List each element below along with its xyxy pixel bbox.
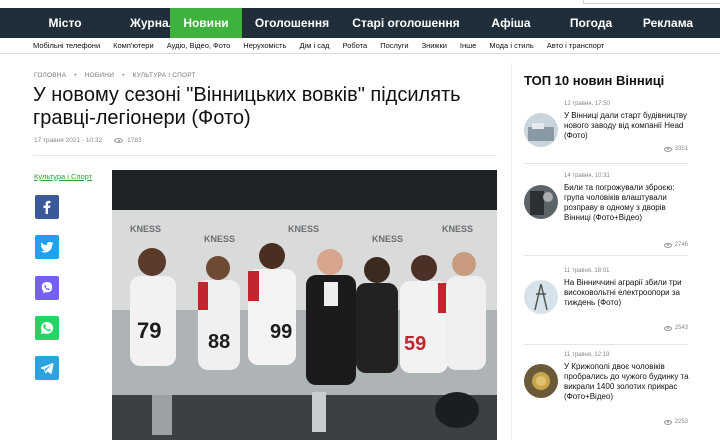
subnav-item-auto[interactable]: Авто і транспорт [547,38,605,53]
news-headline[interactable]: На Вінниччині аграрії збили три високово… [564,278,689,308]
news-headline[interactable]: Били та погрожували зброєю: група чолові… [564,183,689,223]
breadcrumb-separator: • [74,72,77,79]
eye-icon [663,146,672,152]
top-strip [0,0,720,8]
nav-item-zhurnal[interactable]: Журнал [130,8,176,38]
jersey-number: 99 [270,321,292,343]
news-views: 3351 [663,146,688,152]
main-nav: Місто Журнал Новини Оголошення Старі ого… [0,8,720,38]
divider [33,155,497,156]
column-divider [511,63,512,440]
eye-icon [663,325,672,331]
banner-text: KNESS [372,234,403,244]
nav-item-afisha[interactable]: Афіша [470,8,552,38]
news-views: 2746 [663,242,688,248]
eye-icon [663,419,672,425]
article-views: 1783 [127,137,142,144]
news-thumbnail[interactable] [524,185,558,219]
subnav-item-realty[interactable]: Нерухомість [243,38,286,53]
nav-item-ogoloshennya[interactable]: Оголошення [242,8,342,38]
team-photo-illustration: KNESS KNESS KNESS KNESS KNESS 79 88 99 5… [112,170,497,440]
eye-icon [663,242,672,248]
article-date: 17 травня 2021 - 10:32 [34,137,103,144]
article-title: У новому сезоні "Вінницьких вовків" підс… [33,84,461,129]
subnav-item-services[interactable]: Послуги [380,38,408,53]
news-item[interactable]: 11 травня, 12:19 У Крижополі двоє чолові… [524,352,689,440]
article-meta: 17 травня 2021 - 10:32 1783 [34,137,142,144]
search-box-edge[interactable] [583,0,720,4]
sub-nav: Мобільні телефони Комп'ютери Аудіо, Віде… [0,38,720,54]
news-views: 2543 [663,325,688,331]
whatsapp-share-button[interactable] [35,316,59,340]
news-thumbnail[interactable] [524,364,558,398]
news-views-count: 3351 [674,146,688,152]
banner-text: KNESS [204,234,235,244]
news-headline[interactable]: У Вінниці дали старт будівництву нового … [564,111,689,141]
subnav-item-fashion[interactable]: Мода і стиль [489,38,533,53]
banner-text: KNESS [130,224,161,234]
news-date: 11 травня, 12:19 [564,352,610,358]
subnav-item-audio-video[interactable]: Аудіо, Відео, Фото [167,38,231,53]
viber-icon [41,282,53,294]
news-item[interactable]: 11 травня, 18:01 На Вінниччині аграрії з… [524,268,689,345]
news-headline[interactable]: У Крижополі двоє чоловіків пробрались до… [564,362,689,402]
subnav-item-other[interactable]: Інше [460,38,476,53]
breadcrumb-culture-sport[interactable]: КУЛЬТУРА І СПОРТ [133,72,196,79]
twitter-share-button[interactable] [35,235,59,259]
telegram-share-button[interactable] [35,356,59,380]
jersey-number: 79 [137,318,161,343]
news-item[interactable]: 12 травня, 17:50 У Вінниці дали старт бу… [524,101,688,171]
subnav-item-jobs[interactable]: Робота [343,38,368,53]
divider [524,344,688,345]
facebook-share-button[interactable] [35,195,59,219]
subnav-item-computers[interactable]: Комп'ютери [113,38,154,53]
subnav-item-phones[interactable]: Мобільні телефони [33,38,100,53]
viber-share-button[interactable] [35,276,59,300]
news-views-count: 2253 [674,419,688,425]
sidebar-title: ТОП 10 новин Вінниці [524,73,665,88]
news-views-count: 2746 [674,242,688,248]
article-photo: KNESS KNESS KNESS KNESS KNESS 79 88 99 5… [112,170,497,440]
nav-item-novyny[interactable]: Новини [170,8,242,38]
category-link[interactable]: Культура і Спорт [34,172,92,181]
nav-item-stari-ogoloshennya[interactable]: Старі оголошення [342,8,470,38]
divider [524,163,688,164]
nav-item-reklama[interactable]: Реклама [630,8,706,38]
news-date: 12 травня, 17:50 [564,101,610,107]
news-date: 14 травня, 10:31 [564,173,610,179]
breadcrumb-separator: • [122,72,125,79]
telegram-icon [40,363,54,374]
whatsapp-icon [40,321,54,334]
jersey-number: 88 [208,331,230,353]
nav-item-pogoda[interactable]: Погода [552,8,630,38]
breadcrumb: ГОЛОВНА • НОВИНИ • КУЛЬТУРА І СПОРТ [34,72,202,79]
news-item[interactable]: 14 травня, 10:31 Били та погрожували збр… [524,173,689,256]
news-views-count: 2543 [674,325,688,331]
news-date: 11 травня, 18:01 [564,268,610,274]
banner-text: KNESS [442,224,473,234]
nav-item-misto[interactable]: Місто [0,8,130,38]
subnav-item-discounts[interactable]: Знижки [422,38,447,53]
news-views: 2253 [663,419,688,425]
twitter-icon [40,241,54,253]
facebook-icon [43,200,51,214]
banner-text: KNESS [288,224,319,234]
jersey-number: 59 [404,333,426,355]
breadcrumb-news[interactable]: НОВИНИ [85,72,114,79]
eye-icon [114,138,124,143]
divider [524,255,688,256]
news-thumbnail[interactable] [524,113,558,147]
subnav-item-home-garden[interactable]: Дім і сад [299,38,329,53]
breadcrumb-home[interactable]: ГОЛОВНА [34,72,66,79]
news-thumbnail[interactable] [524,280,558,314]
